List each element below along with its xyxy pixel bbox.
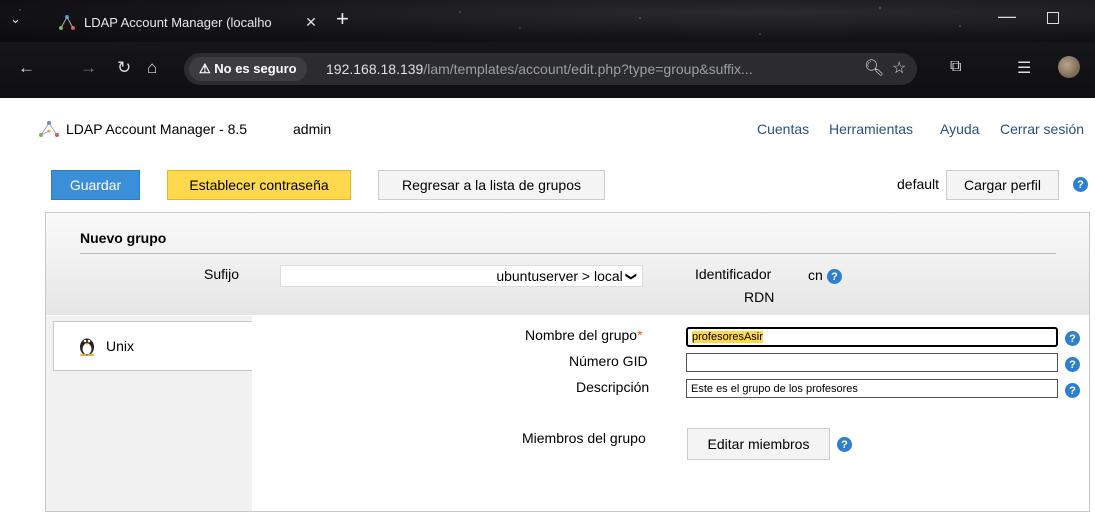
tab-search-icon[interactable]: ⌄ (10, 11, 21, 27)
browser-tab[interactable]: LDAP Account Manager (localho ✕ (58, 8, 320, 36)
panel-title: Nuevo grupo (80, 230, 167, 246)
bookmark-star-icon[interactable]: ☆ (892, 58, 906, 78)
set-password-button[interactable]: Establecer contraseña (167, 170, 351, 200)
nav-herramientas[interactable]: Herramientas (829, 121, 913, 137)
forward-arrow-icon[interactable]: → (80, 58, 97, 78)
gid-label: Número GID (569, 353, 648, 369)
window-maximize-icon[interactable] (1047, 12, 1059, 24)
group-name-help-icon[interactable]: ? (1065, 331, 1080, 346)
group-name-label-text: Nombre del grupo (525, 327, 638, 343)
group-name-label: Nombre del grupo* (525, 327, 643, 343)
description-help-icon[interactable]: ? (1065, 383, 1080, 398)
required-marker: * (637, 327, 643, 343)
zoom-icon[interactable]: 🔍︎ (864, 58, 884, 78)
suffix-select-value: ubuntuserver > local (496, 268, 623, 284)
members-label: Miembros del grupo (522, 430, 646, 446)
description-value: Este es el grupo de los profesores (691, 382, 858, 395)
edit-members-button[interactable]: Editar miembros (687, 428, 830, 460)
tab-close-icon[interactable]: ✕ (302, 14, 320, 31)
lam-logo-icon (39, 121, 59, 137)
nav-ayuda[interactable]: Ayuda (940, 121, 979, 137)
logged-user: admin (293, 121, 332, 137)
tab-unix[interactable]: Unix (53, 321, 252, 371)
tab-title: LDAP Account Manager (localho (84, 14, 272, 30)
group-name-value: profesoresAsir (692, 331, 763, 343)
back-to-groups-button[interactable]: Regresar a la lista de grupos (378, 170, 605, 200)
lam-favicon-icon (59, 15, 75, 30)
tux-penguin-icon (80, 338, 94, 356)
description-input[interactable]: Este es el grupo de los profesores (686, 379, 1058, 398)
panel-divider (80, 253, 1056, 254)
panel-header (46, 213, 1089, 315)
gid-input[interactable] (686, 353, 1058, 372)
url-path: /lam/templates/account/edit.php?type=gro… (423, 61, 753, 77)
profile-name: default (897, 176, 940, 192)
reading-list-icon[interactable]: ☰ (1017, 58, 1031, 78)
chevron-down-icon: ❯ (624, 271, 637, 281)
profile-avatar[interactable] (1058, 56, 1080, 78)
members-help-icon[interactable]: ? (837, 437, 852, 452)
new-tab-button[interactable]: + (336, 6, 349, 32)
rdn-label-line2: RDN (744, 289, 775, 305)
reload-icon[interactable]: ↻ (117, 58, 131, 78)
rdn-label-line1: Identificador (695, 266, 772, 282)
nav-cerrar-sesion[interactable]: Cerrar sesión (1000, 121, 1084, 137)
help-icon[interactable]: ? (1073, 177, 1088, 192)
window-minimize-icon[interactable]: — (998, 6, 1016, 27)
tab-unix-label: Unix (106, 338, 135, 354)
rdn-value: cn (808, 267, 823, 283)
suffix-select[interactable]: ubuntuserver > local ❯ (280, 265, 643, 287)
load-profile-button[interactable]: Cargar perfil (946, 170, 1059, 200)
rdn-help-icon[interactable]: ? (827, 269, 842, 284)
save-button[interactable]: Guardar (51, 170, 140, 200)
security-warning-chip[interactable]: ⚠ No es seguro (189, 57, 307, 81)
suffix-label: Sufijo (204, 266, 240, 282)
gid-help-icon[interactable]: ? (1065, 357, 1080, 372)
home-icon[interactable]: ⌂ (147, 58, 157, 78)
back-arrow-icon[interactable]: ← (18, 58, 35, 78)
url-host: 192.168.18.139 (326, 61, 424, 77)
app-title: LDAP Account Manager - 8.5 (66, 121, 248, 137)
extensions-icon[interactable]: ⧉ (950, 58, 961, 76)
nav-cuentas[interactable]: Cuentas (757, 121, 809, 137)
group-name-input[interactable]: profesoresAsir (686, 327, 1058, 347)
description-label: Descripción (576, 379, 650, 395)
url-text[interactable]: 192.168.18.139/lam/templates/account/edi… (326, 61, 753, 77)
